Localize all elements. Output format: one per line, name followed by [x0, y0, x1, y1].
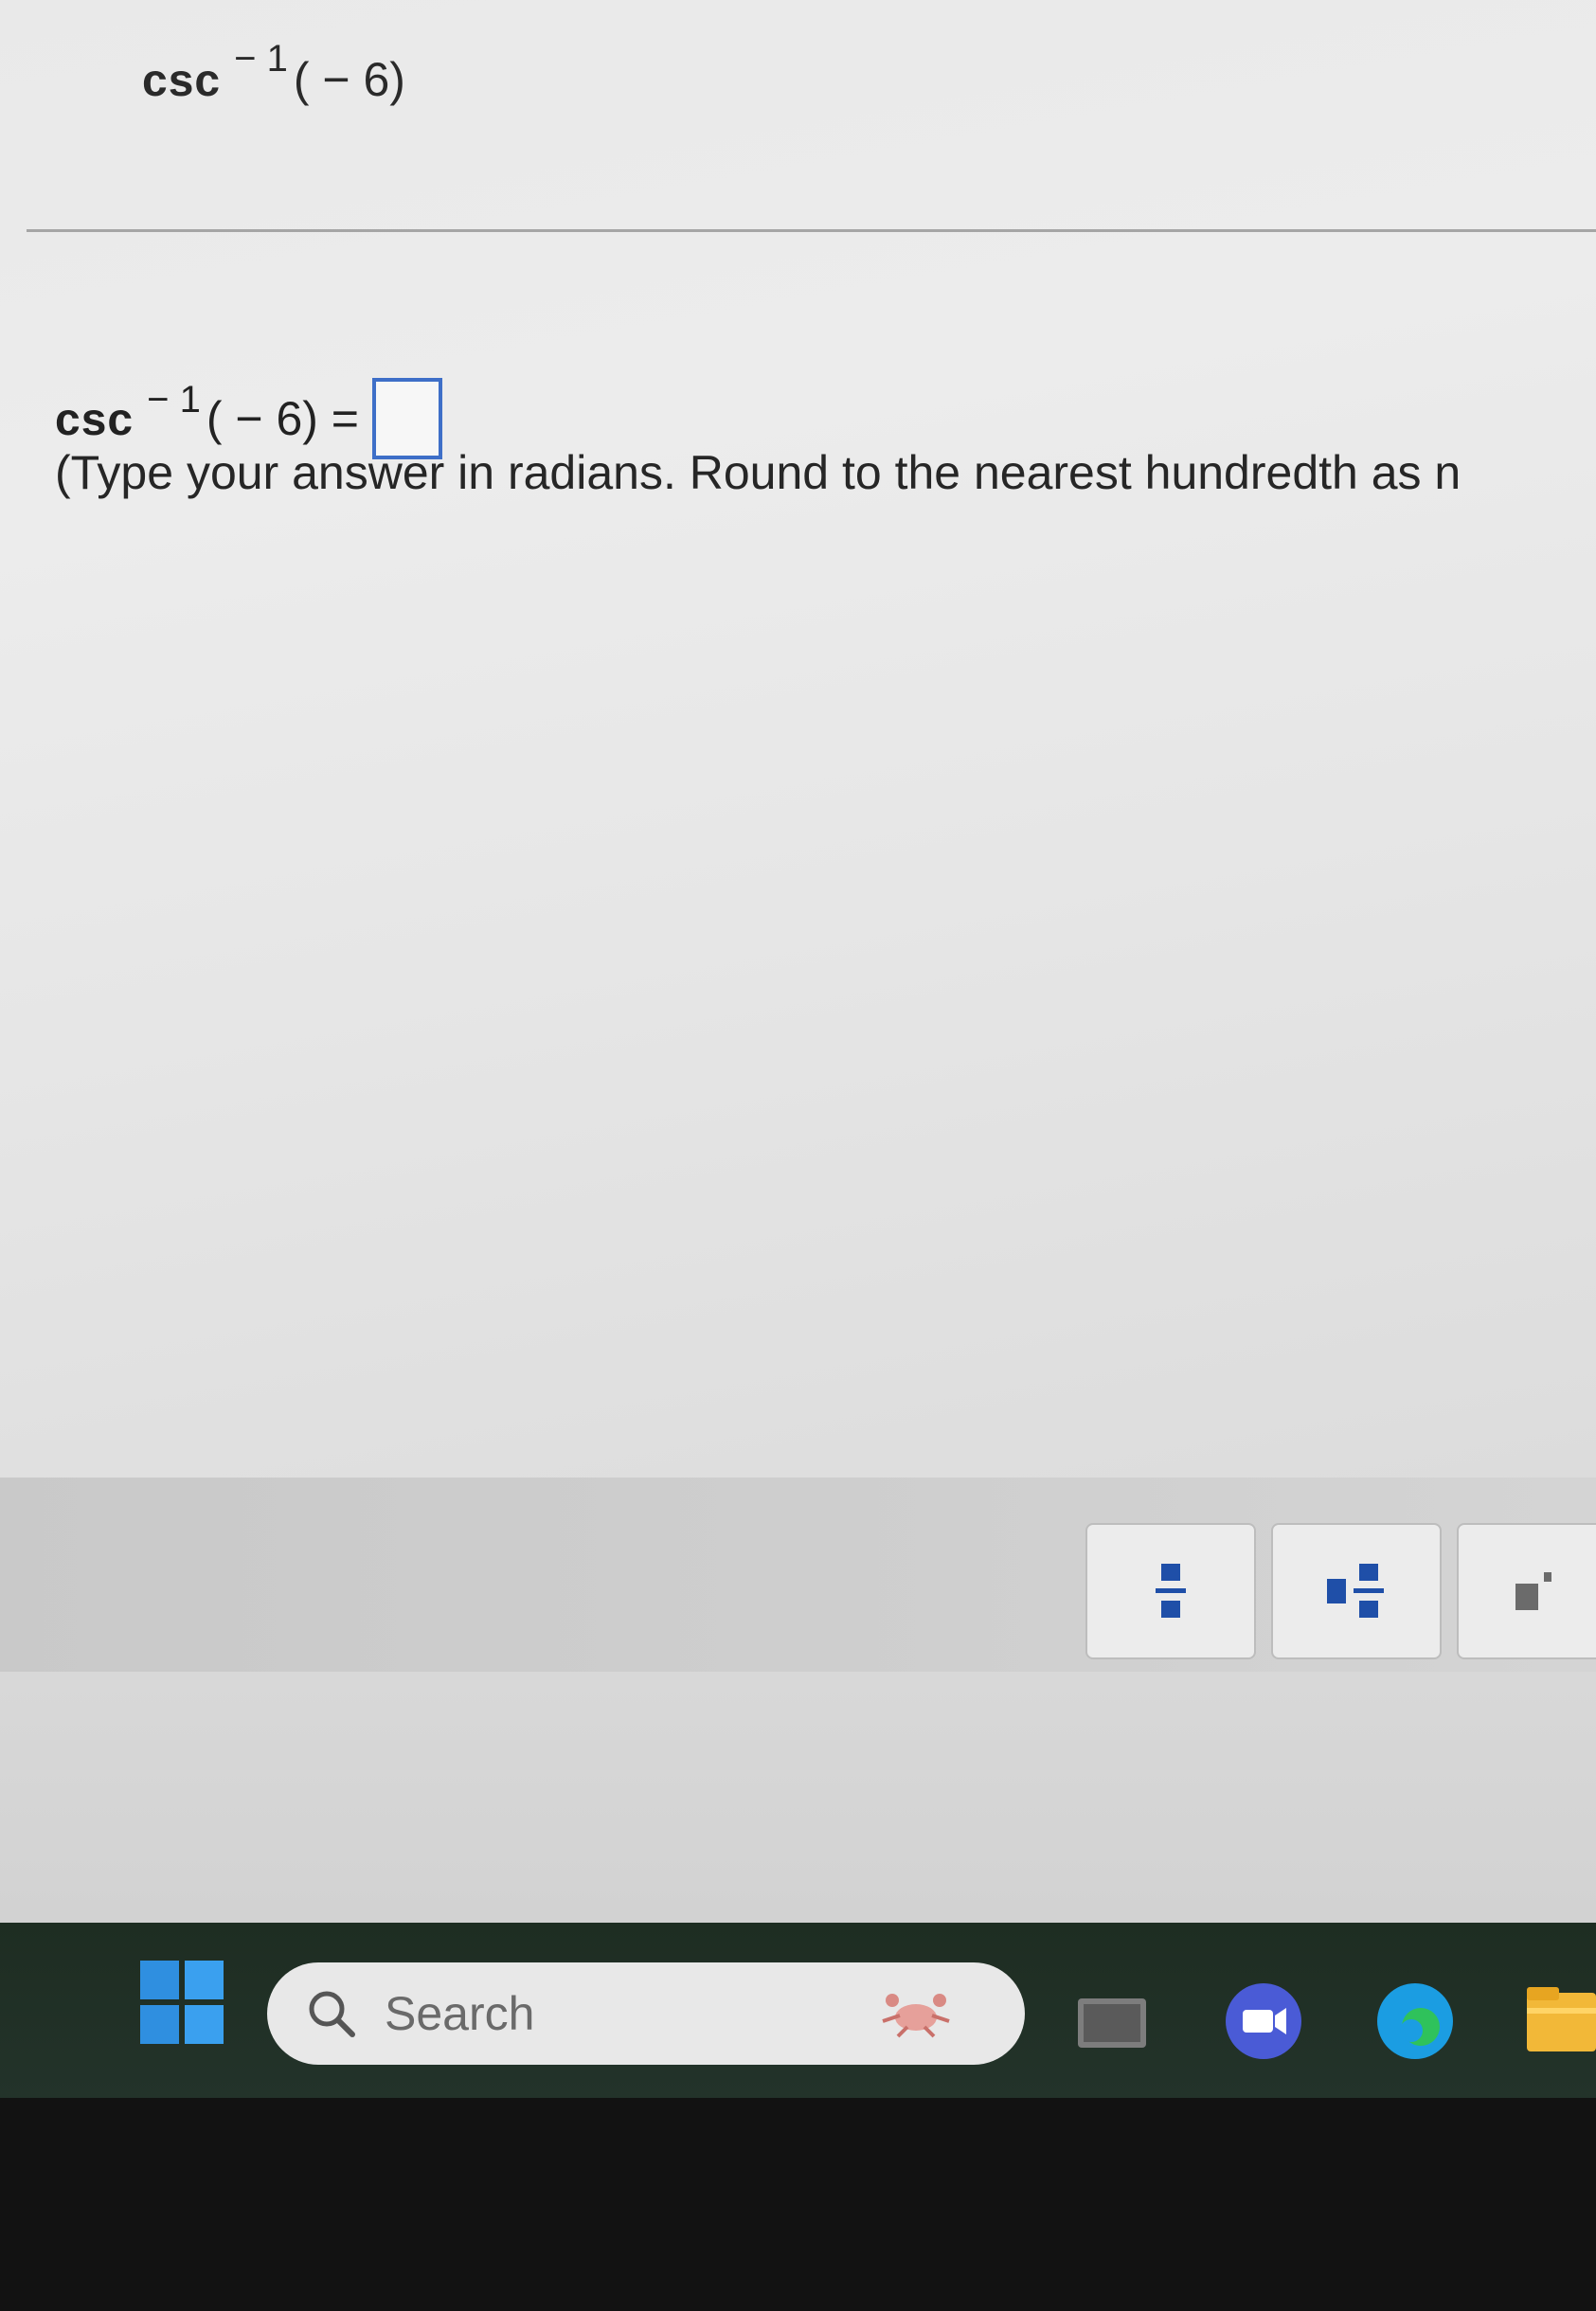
- page-lower-area: [0, 1672, 1596, 1923]
- exponent-button[interactable]: [1457, 1523, 1596, 1659]
- mixed-number-button[interactable]: [1271, 1523, 1442, 1659]
- problem-page: csc − 1( − 6) csc − 1( − 6) = (Type your a…: [0, 0, 1596, 1478]
- search-highlight-icon: [882, 1994, 950, 2038]
- answer-exponent: − 1: [147, 379, 201, 421]
- file-explorer-icon[interactable]: [1070, 1980, 1154, 2063]
- question-exponent: − 1: [234, 38, 288, 80]
- search-placeholder: Search: [385, 1987, 535, 2040]
- fraction-button[interactable]: [1085, 1523, 1256, 1659]
- fraction-icon: [1156, 1564, 1186, 1618]
- windows-taskbar: Search: [0, 1923, 1596, 2098]
- answer-function: csc: [55, 395, 134, 445]
- answer-instructions: (Type your answer in radians. Round to t…: [55, 446, 1462, 499]
- math-palette: [0, 1478, 1596, 1672]
- question-function: csc: [142, 56, 222, 106]
- windows-start-icon[interactable]: [140, 1961, 224, 2044]
- search-icon: [309, 1991, 355, 2037]
- answer-argument: ( − 6) =: [206, 392, 359, 445]
- folder-icon[interactable]: [1527, 1980, 1596, 2063]
- section-divider: [27, 229, 1596, 232]
- question-expression: csc − 1( − 6): [142, 38, 405, 107]
- answer-expression: csc − 1( − 6) =: [55, 365, 442, 459]
- taskbar-search-box[interactable]: Search: [267, 1962, 1025, 2065]
- mixed-number-icon: [1327, 1564, 1384, 1618]
- video-call-icon[interactable]: [1222, 1980, 1305, 2063]
- edge-browser-icon[interactable]: [1373, 1980, 1457, 2063]
- device-bezel: [0, 2098, 1596, 2311]
- exponent-icon: [1515, 1572, 1551, 1610]
- question-argument: ( − 6): [293, 53, 405, 106]
